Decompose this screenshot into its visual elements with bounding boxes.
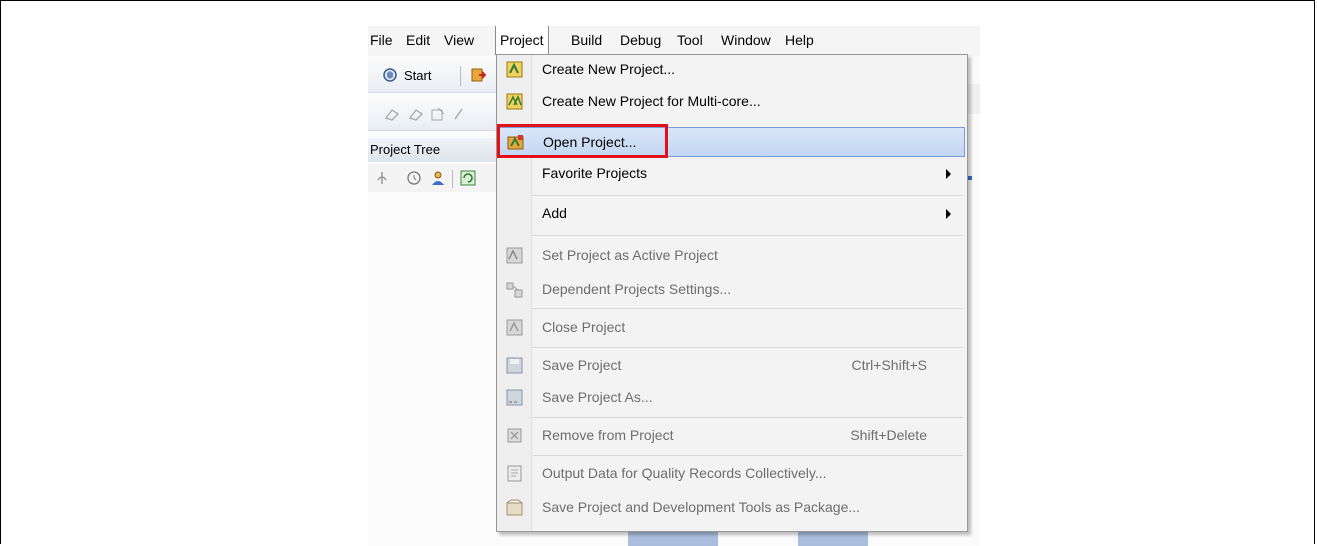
ide-window: File Edit View Project Build Debug Tool … bbox=[368, 26, 980, 546]
save-as-icon bbox=[506, 389, 523, 406]
menu-build[interactable]: Build bbox=[571, 32, 602, 48]
menu-item-set-active-project[interactable]: Set Project as Active Project bbox=[497, 241, 967, 271]
menu-item-label: Save Project bbox=[542, 357, 622, 373]
menu-file[interactable]: File bbox=[370, 32, 393, 48]
menu-item-label: Favorite Projects bbox=[542, 165, 648, 181]
dependent-settings-icon bbox=[506, 282, 523, 298]
menu-item-label: Add bbox=[542, 205, 567, 221]
project-tree-toolbar bbox=[368, 164, 498, 192]
menu-project[interactable]: Project bbox=[495, 26, 549, 55]
exit-icon[interactable] bbox=[470, 67, 486, 83]
menu-item-save-project-as[interactable]: Save Project As... bbox=[497, 383, 967, 413]
package-icon bbox=[506, 499, 523, 516]
tool-icon-3[interactable] bbox=[430, 106, 446, 122]
menu-help[interactable]: Help bbox=[785, 32, 814, 48]
toolbar-main: Start bbox=[368, 60, 508, 93]
menu-separator bbox=[533, 308, 963, 309]
menu-item-create-multicore[interactable]: Create New Project for Multi-core... bbox=[497, 87, 967, 117]
menu-separator bbox=[533, 455, 963, 456]
menu-item-output-data[interactable]: Output Data for Quality Records Collecti… bbox=[497, 459, 967, 489]
property-icon[interactable] bbox=[374, 170, 390, 186]
background-panel bbox=[966, 84, 980, 114]
menu-item-label: Close Project bbox=[542, 319, 626, 335]
toolbar-secondary bbox=[368, 98, 508, 131]
menu-view[interactable]: View bbox=[444, 32, 474, 48]
menu-edit[interactable]: Edit bbox=[406, 32, 430, 48]
menu-item-shortcut: Shift+Delete bbox=[850, 427, 927, 443]
menu-separator bbox=[533, 347, 963, 348]
menu-item-save-project[interactable]: Save Project Ctrl+Shift+S bbox=[497, 351, 967, 381]
menu-item-remove-from-project[interactable]: Remove from Project Shift+Delete bbox=[497, 421, 967, 451]
project-tree-header: Project Tree bbox=[368, 138, 498, 162]
refresh-icon[interactable] bbox=[460, 170, 476, 186]
project-tree-title: Project Tree bbox=[370, 142, 441, 157]
tool-icon-1[interactable] bbox=[384, 106, 400, 122]
close-project-icon bbox=[506, 319, 523, 336]
menu-debug[interactable]: Debug bbox=[620, 32, 661, 48]
menu-item-create-new-project[interactable]: Create New Project... bbox=[497, 55, 967, 85]
start-icon bbox=[383, 68, 397, 82]
user-icon[interactable] bbox=[430, 170, 446, 186]
menu-separator bbox=[533, 417, 963, 418]
menu-item-close-project[interactable]: Close Project bbox=[497, 313, 967, 343]
menu-separator bbox=[533, 195, 963, 196]
menu-item-shortcut: Ctrl+Shift+S bbox=[851, 357, 927, 373]
submenu-arrow-icon bbox=[946, 209, 951, 219]
menu-item-dependent-settings[interactable]: Dependent Projects Settings... bbox=[497, 275, 967, 305]
tool-icon-2[interactable] bbox=[408, 106, 424, 122]
active-project-icon bbox=[506, 247, 523, 264]
submenu-arrow-icon bbox=[946, 169, 951, 179]
menu-item-label: Remove from Project bbox=[542, 427, 674, 443]
remove-icon bbox=[507, 428, 522, 443]
save-project-icon bbox=[506, 357, 523, 374]
output-data-icon bbox=[507, 465, 522, 482]
menu-item-label: Save Project and Development Tools as Pa… bbox=[542, 499, 861, 515]
background-tab bbox=[628, 532, 718, 546]
background-tab-2 bbox=[798, 532, 868, 546]
menu-item-label: Create New Project... bbox=[542, 61, 676, 77]
menu-item-label: Output Data for Quality Records Collecti… bbox=[542, 465, 827, 481]
menu-tool[interactable]: Tool bbox=[677, 32, 703, 48]
menu-item-favorite-projects[interactable]: Favorite Projects bbox=[497, 159, 967, 189]
menu-bar: File Edit View Project Build Debug Tool … bbox=[368, 26, 980, 56]
create-project-icon bbox=[506, 61, 523, 78]
highlight-box bbox=[497, 124, 668, 158]
menu-item-label: Save Project As... bbox=[542, 389, 653, 405]
menu-item-label: Create New Project for Multi-core... bbox=[542, 93, 761, 109]
menu-item-label: Set Project as Active Project bbox=[542, 247, 718, 263]
menu-item-save-as-package[interactable]: Save Project and Development Tools as Pa… bbox=[497, 493, 967, 523]
menu-item-label: Dependent Projects Settings... bbox=[542, 281, 732, 297]
menu-window[interactable]: Window bbox=[721, 32, 771, 48]
menu-item-add[interactable]: Add bbox=[497, 199, 967, 229]
start-button[interactable]: Start bbox=[404, 68, 431, 83]
menu-separator bbox=[533, 235, 963, 236]
clock-icon[interactable] bbox=[406, 170, 422, 186]
tool-icon-4[interactable] bbox=[452, 106, 468, 122]
create-multicore-icon bbox=[506, 93, 523, 110]
